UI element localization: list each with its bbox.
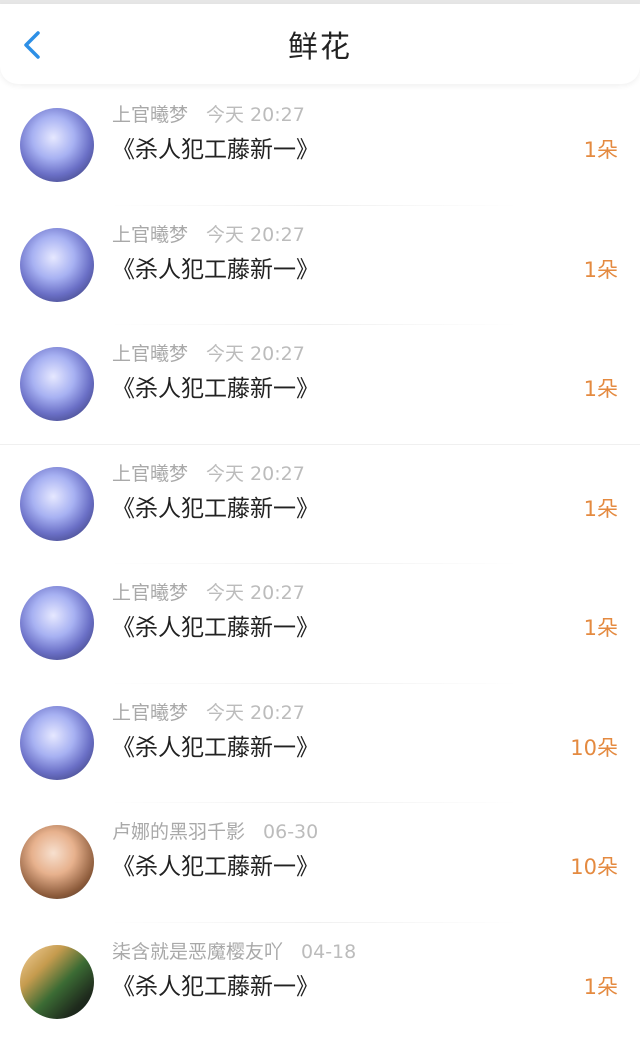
avatar[interactable] <box>20 944 94 1019</box>
meta: 柒含就是恶魔樱友吖 04-18 <box>112 937 356 964</box>
list-item[interactable]: 上官曦梦 今天 20:27 《杀人犯工藤新一》 10朵 <box>0 684 640 803</box>
flower-count: 1朵 <box>583 496 618 521</box>
avatar[interactable] <box>20 825 94 899</box>
user-name[interactable]: 上官曦梦 <box>112 582 188 604</box>
flower-count: 10朵 <box>570 855 618 879</box>
timestamp: 今天 20:27 <box>206 582 305 604</box>
list-item[interactable]: 柒含就是恶魔樱友吖 04-18 《杀人犯工藤新一》 1朵 <box>0 923 640 1038</box>
meta: 上官曦梦 今天 20:27 <box>112 100 305 127</box>
timestamp: 今天 20:27 <box>206 701 305 724</box>
flower-count: 1朵 <box>583 257 618 282</box>
list-item[interactable]: 上官曦梦 今天 20:27 《杀人犯工藤新一》 1朵 <box>0 564 640 684</box>
flower-count: 1朵 <box>583 974 618 999</box>
user-name[interactable]: 上官曦梦 <box>112 702 188 724</box>
list-item[interactable]: 上官曦梦 今天 20:27 《杀人犯工藤新一》 1朵 <box>0 445 640 564</box>
avatar[interactable] <box>20 347 94 421</box>
user-name[interactable]: 上官曦梦 <box>112 224 188 246</box>
meta: 上官曦梦 今天 20:27 <box>112 698 305 725</box>
timestamp: 今天 20:27 <box>206 223 305 246</box>
avatar[interactable] <box>20 227 94 302</box>
user-name[interactable]: 上官曦梦 <box>112 343 188 365</box>
timestamp: 06-30 <box>263 821 319 843</box>
user-name[interactable]: 上官曦梦 <box>112 463 188 485</box>
timestamp: 04-18 <box>301 940 357 963</box>
list-item[interactable]: 上官曦梦 今天 20:27 《杀人犯工藤新一》 1朵 <box>0 86 640 206</box>
timestamp: 今天 20:27 <box>206 462 305 485</box>
book-title[interactable]: 《杀人犯工藤新一》 <box>112 489 319 523</box>
book-title[interactable]: 《杀人犯工藤新一》 <box>112 608 319 642</box>
timestamp: 今天 20:27 <box>206 343 305 365</box>
avatar[interactable] <box>20 108 94 182</box>
user-name[interactable]: 卢娜的黑羽千影 <box>112 821 245 843</box>
flower-count: 1朵 <box>583 616 618 640</box>
meta: 上官曦梦 今天 20:27 <box>112 220 305 247</box>
flower-count: 1朵 <box>583 377 618 401</box>
book-title[interactable]: 《杀人犯工藤新一》 <box>112 967 319 1001</box>
page-title: 鲜花 <box>288 30 352 65</box>
header: 鲜花 <box>0 4 640 84</box>
list-item[interactable]: 上官曦梦 今天 20:27 《杀人犯工藤新一》 1朵 <box>0 206 640 325</box>
meta: 卢娜的黑羽千影 06-30 <box>112 817 318 844</box>
book-title[interactable]: 《杀人犯工藤新一》 <box>112 369 319 403</box>
avatar[interactable] <box>20 705 94 780</box>
list-item[interactable]: 卢娜的黑羽千影 06-30 《杀人犯工藤新一》 10朵 <box>0 803 640 923</box>
book-title[interactable]: 《杀人犯工藤新一》 <box>112 728 319 762</box>
timestamp: 今天 20:27 <box>206 104 305 126</box>
avatar[interactable] <box>20 466 94 541</box>
meta: 上官曦梦 今天 20:27 <box>112 459 305 486</box>
meta: 上官曦梦 今天 20:27 <box>112 339 305 366</box>
user-name[interactable]: 柒含就是恶魔樱友吖 <box>112 941 283 963</box>
flower-count: 10朵 <box>570 735 618 760</box>
book-title[interactable]: 《杀人犯工藤新一》 <box>112 847 319 881</box>
user-name[interactable]: 上官曦梦 <box>112 104 188 126</box>
avatar[interactable] <box>20 586 94 660</box>
flower-count: 1朵 <box>583 138 618 162</box>
meta: 上官曦梦 今天 20:27 <box>112 578 305 605</box>
book-title[interactable]: 《杀人犯工藤新一》 <box>112 250 319 284</box>
book-title[interactable]: 《杀人犯工藤新一》 <box>112 130 319 164</box>
back-chevron-icon[interactable] <box>18 30 48 60</box>
flower-list: 上官曦梦 今天 20:27 《杀人犯工藤新一》 1朵 上官曦梦 今天 20:27 《… <box>0 84 640 1038</box>
list-item[interactable]: 上官曦梦 今天 20:27 《杀人犯工藤新一》 1朵 <box>0 325 640 445</box>
